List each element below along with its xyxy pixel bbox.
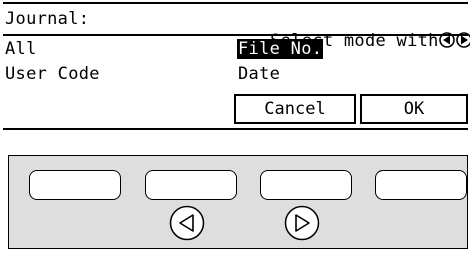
header-divider: [3, 34, 468, 36]
selection-key-2[interactable]: [145, 170, 237, 200]
cancel-button[interactable]: Cancel: [234, 94, 356, 124]
selection-key-3[interactable]: [260, 170, 352, 200]
option-user-code[interactable]: User Code: [5, 63, 100, 85]
ok-button[interactable]: OK: [360, 94, 468, 124]
option-file-no[interactable]: File No.: [237, 38, 324, 60]
selection-key-4[interactable]: [375, 170, 467, 200]
option-file-no-label: File No.: [237, 39, 324, 59]
bottom-divider: [3, 128, 468, 130]
option-date[interactable]: Date: [238, 63, 280, 85]
left-scroll-key[interactable]: [169, 205, 205, 241]
hardware-key-panel: [8, 155, 468, 249]
screen-title: Journal:: [5, 9, 90, 29]
right-scroll-key[interactable]: [284, 205, 320, 241]
option-all[interactable]: All: [5, 38, 37, 60]
lcd-screen: Journal: Select mode with All User Code …: [3, 0, 470, 131]
selection-key-1[interactable]: [29, 170, 121, 200]
top-divider: [3, 2, 468, 4]
